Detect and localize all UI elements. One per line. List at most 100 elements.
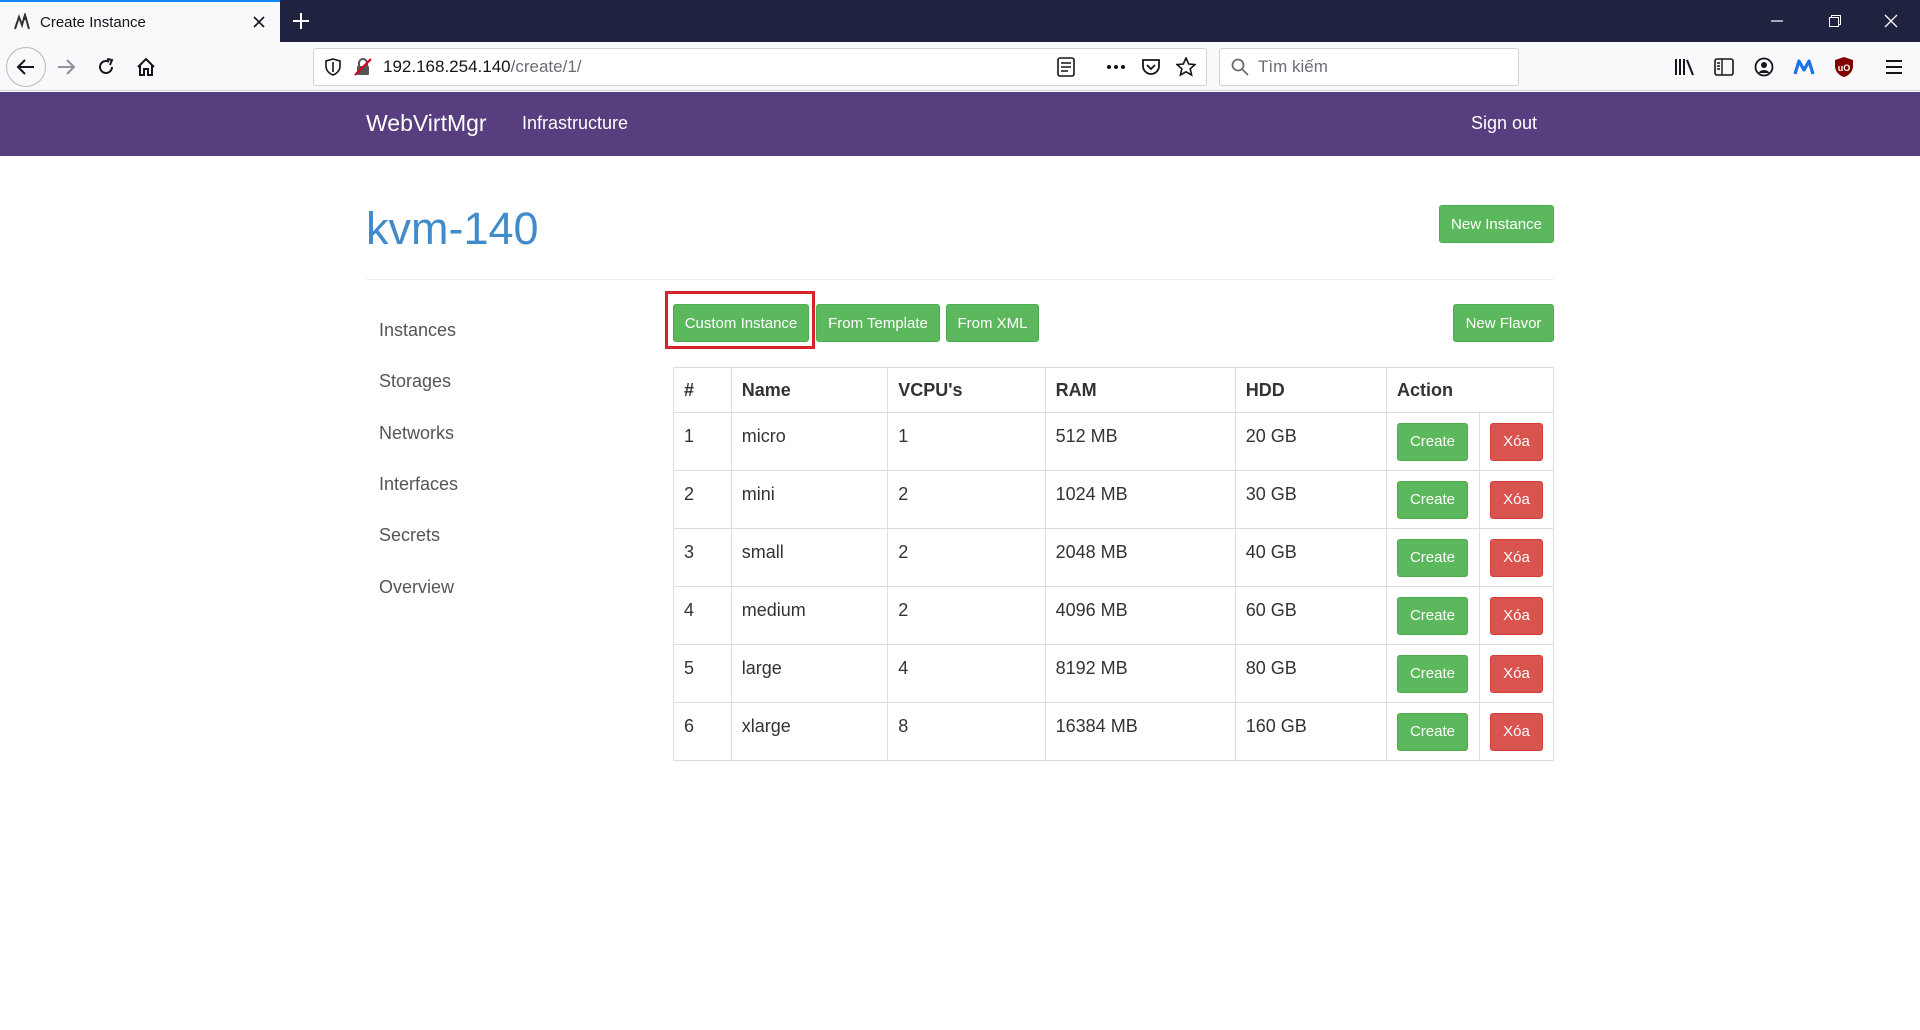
account-icon[interactable]	[1748, 51, 1780, 83]
create-button[interactable]: Create	[1396, 422, 1468, 461]
minimize-icon[interactable]	[1754, 0, 1800, 42]
create-button[interactable]: Create	[1396, 654, 1468, 693]
ublock-icon[interactable]: uO	[1828, 51, 1860, 83]
sidebar-item-interfaces[interactable]: Interfaces	[366, 459, 616, 510]
table-header-row: # Name VCPU's RAM HDD Action	[673, 367, 1555, 413]
browser-toolbar: 192.168.254.140/create/1/ Tìm kiếm uO	[0, 42, 1920, 91]
cell-hdd: 80 GB	[1234, 644, 1387, 703]
close-tab-icon[interactable]	[244, 7, 274, 37]
home-icon[interactable]	[130, 51, 162, 83]
create-button[interactable]: Create	[1396, 596, 1468, 635]
cell-create: Create	[1385, 470, 1480, 529]
cell-create: Create	[1385, 644, 1480, 703]
sidebar-toggle-icon[interactable]	[1708, 51, 1740, 83]
browser-tab[interactable]: Create Instance	[0, 0, 280, 42]
cell-num: 3	[673, 528, 732, 587]
create-button[interactable]: Create	[1396, 712, 1468, 751]
header-ram: RAM	[1044, 367, 1236, 413]
delete-button[interactable]: Xóa	[1489, 596, 1543, 635]
create-button[interactable]: Create	[1396, 480, 1468, 519]
cell-delete: Xóa	[1478, 528, 1555, 587]
restore-icon[interactable]	[1812, 0, 1858, 42]
pocket-icon[interactable]	[1140, 56, 1162, 78]
table-row: 2 mini 2 1024 MB 30 GB Create Xóa	[673, 470, 1555, 529]
cell-create: Create	[1385, 586, 1480, 645]
sidebar-nav: Instances Storages Networks Interfaces S…	[366, 305, 616, 613]
cell-name: mini	[730, 470, 889, 529]
create-button[interactable]: Create	[1396, 538, 1468, 577]
reload-icon[interactable]	[90, 51, 122, 83]
cell-ram: 1024 MB	[1044, 470, 1236, 529]
cell-hdd: 40 GB	[1234, 528, 1387, 587]
browser-tab-bar: Create Instance	[0, 0, 1920, 42]
menu-icon[interactable]	[1878, 51, 1910, 83]
cell-hdd: 30 GB	[1234, 470, 1387, 529]
cell-hdd: 60 GB	[1234, 586, 1387, 645]
tab-title: Create Instance	[40, 13, 146, 31]
extension-m-icon[interactable]	[1788, 51, 1820, 83]
cell-num: 4	[673, 586, 732, 645]
new-flavor-button[interactable]: New Flavor	[1453, 304, 1554, 342]
from-template-button[interactable]: From Template	[816, 304, 940, 342]
table-row: 3 small 2 2048 MB 40 GB Create Xóa	[673, 528, 1555, 587]
delete-button[interactable]: Xóa	[1489, 538, 1543, 577]
insecure-connection-icon[interactable]	[353, 57, 373, 77]
header-num: #	[673, 367, 732, 413]
cell-num: 6	[673, 702, 732, 761]
delete-button[interactable]: Xóa	[1489, 422, 1543, 461]
custom-instance-button[interactable]: Custom Instance	[673, 304, 809, 342]
url-path: /create/1/	[510, 57, 582, 76]
cell-name: medium	[730, 586, 889, 645]
cell-ram: 4096 MB	[1044, 586, 1236, 645]
cell-vcpu: 8	[887, 702, 1046, 761]
header-name: Name	[730, 367, 889, 413]
sidebar-item-networks[interactable]: Networks	[366, 408, 616, 459]
sidebar-item-overview[interactable]: Overview	[366, 561, 616, 612]
cell-name: micro	[730, 412, 889, 471]
cell-hdd: 20 GB	[1234, 412, 1387, 471]
back-icon[interactable]	[6, 47, 46, 87]
browser-search-field[interactable]: Tìm kiếm	[1219, 48, 1519, 86]
delete-button[interactable]: Xóa	[1489, 480, 1543, 519]
nav-infrastructure[interactable]: Infrastructure	[522, 113, 628, 134]
svg-text:uO: uO	[1838, 63, 1851, 73]
search-placeholder: Tìm kiếm	[1258, 57, 1328, 76]
nav-sign-out[interactable]: Sign out	[1471, 113, 1537, 134]
url-bar[interactable]: 192.168.254.140/create/1/	[313, 48, 1207, 86]
cell-name: large	[730, 644, 889, 703]
library-icon[interactable]	[1669, 51, 1701, 83]
cell-vcpu: 1	[887, 412, 1046, 471]
cell-delete: Xóa	[1478, 702, 1555, 761]
bookmark-star-icon[interactable]	[1175, 56, 1197, 78]
site-favicon-icon	[12, 12, 32, 32]
flavors-table: # Name VCPU's RAM HDD Action 1 micro 1 5…	[673, 367, 1555, 761]
close-window-icon[interactable]	[1868, 0, 1914, 42]
brand-link[interactable]: WebVirtMgr	[366, 110, 487, 137]
cell-vcpu: 2	[887, 586, 1046, 645]
cell-hdd: 160 GB	[1234, 702, 1387, 761]
sidebar-item-storages[interactable]: Storages	[366, 356, 616, 407]
more-actions-icon[interactable]	[1105, 56, 1127, 78]
forward-icon[interactable]	[50, 51, 82, 83]
delete-button[interactable]: Xóa	[1489, 712, 1543, 751]
cell-num: 5	[673, 644, 732, 703]
tracking-shield-icon[interactable]	[323, 57, 343, 77]
cell-ram: 2048 MB	[1044, 528, 1236, 587]
reader-view-icon[interactable]	[1055, 56, 1077, 78]
cell-vcpu: 2	[887, 528, 1046, 587]
cell-create: Create	[1385, 528, 1480, 587]
header-vcpu: VCPU's	[887, 367, 1046, 413]
sidebar-item-instances[interactable]: Instances	[366, 305, 616, 356]
cell-name: xlarge	[730, 702, 889, 761]
cell-vcpu: 2	[887, 470, 1046, 529]
cell-name: small	[730, 528, 889, 587]
cell-delete: Xóa	[1478, 470, 1555, 529]
sidebar-item-secrets[interactable]: Secrets	[366, 510, 616, 561]
cell-num: 1	[673, 412, 732, 471]
app-navbar: WebVirtMgr Infrastructure Sign out	[0, 92, 1920, 156]
new-instance-button[interactable]: New Instance	[1439, 205, 1554, 243]
new-tab-icon[interactable]	[286, 6, 316, 36]
from-xml-button[interactable]: From XML	[946, 304, 1039, 342]
cell-ram: 16384 MB	[1044, 702, 1236, 761]
delete-button[interactable]: Xóa	[1489, 654, 1543, 693]
